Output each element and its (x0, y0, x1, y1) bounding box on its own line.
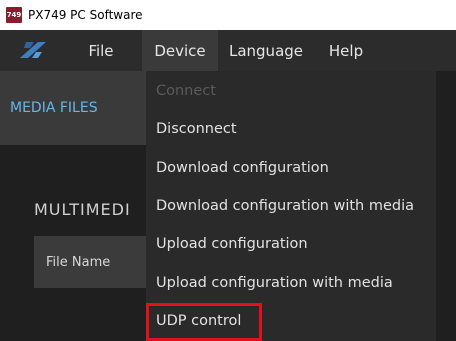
device-dropdown-menu: Connect Disconnect Download configuratio… (146, 71, 436, 341)
menu-file[interactable]: File (60, 30, 142, 71)
menu-item-connect: Connect (156, 83, 216, 99)
menu-bar: File Device Language Help (0, 30, 456, 71)
menu-item-download-configuration[interactable]: Download configuration (156, 154, 329, 182)
menu-item-disconnect[interactable]: Disconnect (156, 115, 237, 143)
menu-help[interactable]: Help (314, 30, 378, 71)
menu-item-upload-configuration-with-media[interactable]: Upload configuration with media (156, 269, 393, 297)
section-title: MULTIMEDI (34, 200, 131, 219)
app-icon: 749 (6, 7, 22, 23)
brand-logo-icon (0, 30, 60, 71)
menu-device[interactable]: Device (142, 30, 218, 71)
tab-media-files[interactable]: MEDIA FILES (0, 71, 150, 145)
menu-language[interactable]: Language (218, 30, 314, 71)
window-title: PX749 PC Software (28, 8, 143, 22)
column-header-file-name[interactable]: File Name (34, 236, 164, 288)
menu-item-download-configuration-with-media[interactable]: Download configuration with media (156, 192, 414, 220)
menu-item-upload-configuration[interactable]: Upload configuration (156, 230, 308, 258)
highlight-box (146, 303, 262, 341)
app-window: File Device Language Help MEDIA FILES MU… (0, 30, 456, 341)
title-bar: 749 PX749 PC Software (0, 0, 456, 30)
